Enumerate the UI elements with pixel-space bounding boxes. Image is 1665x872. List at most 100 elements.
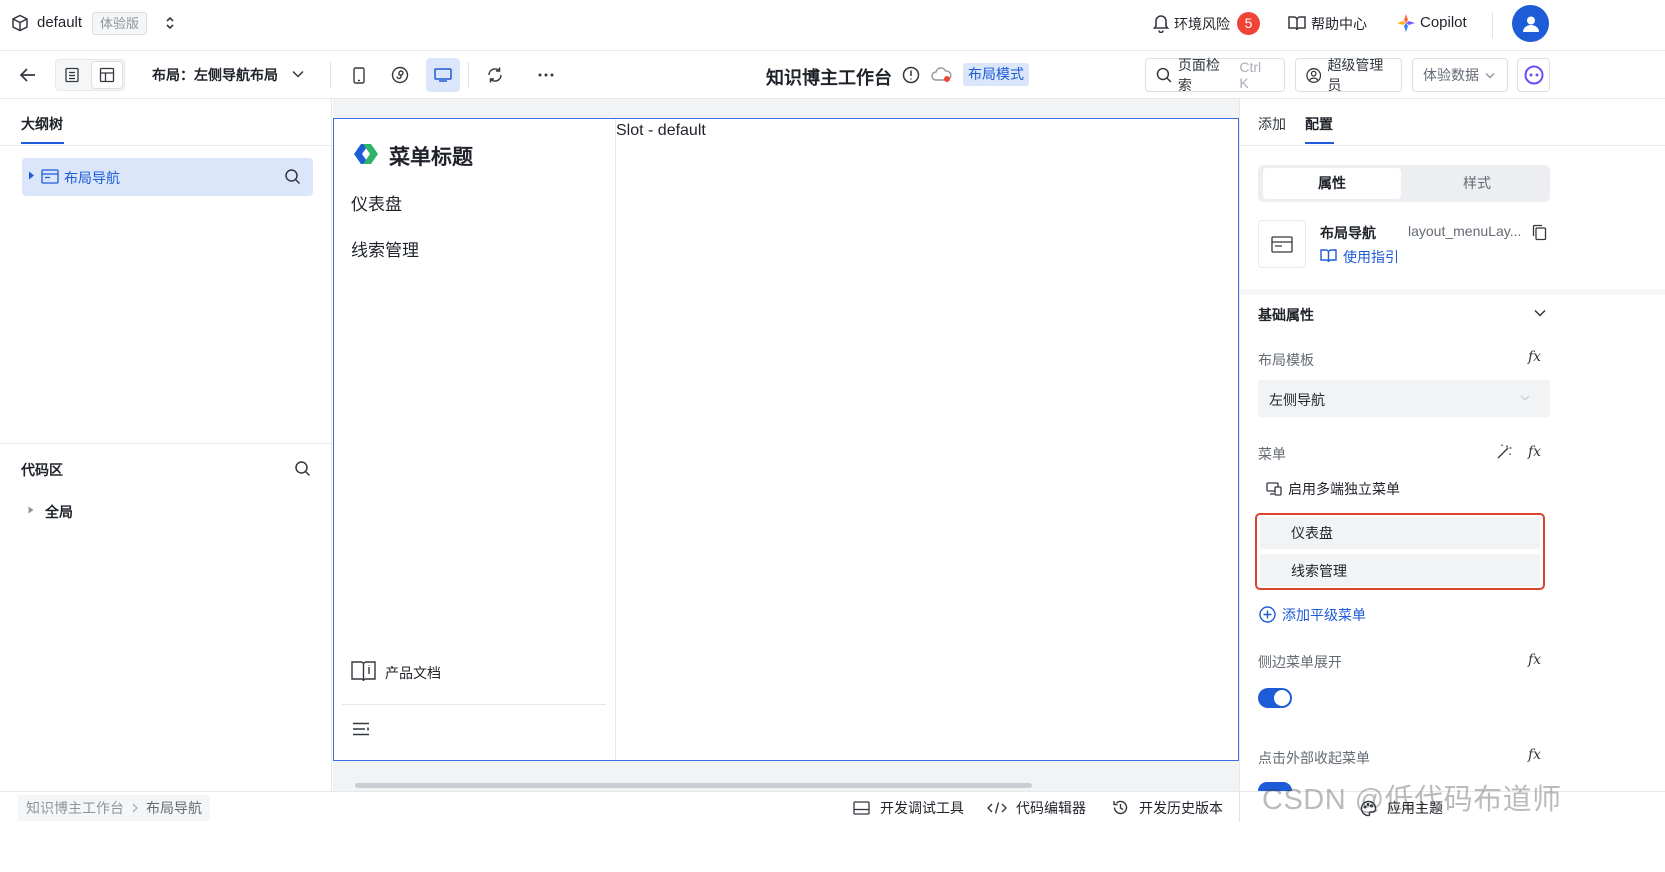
component-icon-box — [1258, 220, 1306, 268]
mobile-icon — [353, 66, 365, 84]
layout-view-button[interactable] — [91, 61, 123, 89]
search-icon — [1156, 67, 1172, 83]
search-icon[interactable] — [294, 460, 311, 477]
tree-item-layout-nav[interactable]: 布局导航 — [22, 158, 313, 196]
canvas-sidebar: 菜单标题 仪表盘 线索管理 产品文档 — [334, 119, 616, 760]
usage-guide-link[interactable]: 使用指引 — [1343, 247, 1399, 267]
canvas-menu-item[interactable]: 线索管理 — [351, 236, 419, 261]
user-avatar[interactable] — [1512, 5, 1549, 42]
add-sibling-menu-button[interactable]: 添加平级菜单 — [1282, 605, 1366, 625]
layout-selector[interactable]: 布局：左侧导航布局 — [152, 65, 278, 85]
layout-template-select[interactable]: 左侧导航 — [1258, 380, 1550, 417]
chevron-down-icon — [1485, 72, 1495, 78]
docs-book-icon — [351, 661, 376, 682]
segment-properties[interactable]: 属性 — [1263, 168, 1401, 199]
editor-toolbar: 布局：左侧导航布局 知识博主工作台 布局模式 页面检索 Ctrl K 超级管理员… — [0, 51, 1665, 99]
admin-button[interactable]: 超级管理员 — [1295, 57, 1402, 93]
layout-template-value: 左侧导航 — [1269, 392, 1325, 408]
desktop-preview-button[interactable] — [426, 58, 460, 92]
menu-list-item[interactable]: 线索管理 — [1260, 554, 1540, 586]
layout-component-icon — [41, 169, 59, 184]
miniapp-icon — [391, 66, 409, 84]
back-button[interactable] — [16, 63, 40, 87]
product-docs-link[interactable]: 产品文档 — [385, 663, 441, 683]
debug-tool-button[interactable]: 开发调试工具 — [880, 798, 964, 818]
menu-collapse-icon[interactable] — [352, 722, 370, 736]
risk-label[interactable]: 环境风险 — [1174, 14, 1230, 34]
project-switch-icon[interactable] — [163, 15, 177, 31]
project-name[interactable]: default — [37, 14, 82, 31]
segment-style[interactable]: 样式 — [1408, 168, 1546, 199]
fx-icon[interactable]: fx — [1528, 747, 1541, 763]
outline-tab[interactable]: 大纲树 — [21, 114, 63, 134]
logo-icon — [354, 144, 378, 164]
page-title: 知识博主工作台 — [766, 68, 892, 88]
fx-icon[interactable]: fx — [1528, 444, 1541, 460]
menu-label: 菜单 — [1258, 446, 1286, 462]
canvas-menu-item[interactable]: 仪表盘 — [351, 190, 402, 215]
copilot-button[interactable]: Copilot — [1420, 14, 1467, 31]
info-icon[interactable] — [902, 66, 920, 84]
history-button[interactable]: 开发历史版本 — [1139, 798, 1223, 818]
code-item-global[interactable]: 全局 — [45, 502, 73, 522]
miniapp-preview-button[interactable] — [385, 59, 415, 91]
book-icon — [1288, 15, 1306, 31]
admin-label: 超级管理员 — [1327, 57, 1384, 93]
tab-add[interactable]: 添加 — [1258, 114, 1286, 134]
add-circle-icon[interactable] — [1259, 606, 1276, 623]
basic-props-title[interactable]: 基础属性 — [1258, 305, 1314, 325]
chevron-down-icon[interactable] — [292, 70, 304, 78]
debug-panel-icon — [853, 801, 870, 815]
mobile-preview-button[interactable] — [344, 59, 374, 91]
page-search-label: 页面检索 — [1177, 57, 1220, 93]
layout-component-icon — [1271, 235, 1293, 253]
breadcrumb-item[interactable]: 知识博主工作台 — [26, 798, 124, 818]
more-button[interactable] — [531, 59, 561, 91]
bell-icon[interactable] — [1152, 13, 1170, 33]
copilot-assistant-button[interactable] — [1517, 58, 1550, 92]
search-icon[interactable] — [284, 168, 301, 185]
page-view-button[interactable] — [57, 61, 87, 89]
page-search-button[interactable]: 页面检索 Ctrl K — [1145, 57, 1285, 93]
risk-count-badge: 5 — [1237, 12, 1260, 35]
magic-wand-icon[interactable] — [1496, 443, 1513, 460]
breadcrumb: 知识博主工作台 布局导航 — [18, 795, 210, 821]
caret-right-icon[interactable] — [28, 506, 34, 514]
help-center-link[interactable]: 帮助中心 — [1311, 14, 1367, 34]
menu-list-item[interactable]: 仪表盘 — [1260, 517, 1540, 549]
outline-divider — [0, 145, 331, 146]
page-frame[interactable]: 菜单标题 仪表盘 线索管理 产品文档 Slot - default — [333, 118, 1239, 761]
data-env-label: 体验数据 — [1423, 67, 1479, 83]
refresh-button[interactable] — [480, 59, 510, 91]
multi-menu-toggle-label[interactable]: 启用多端独立菜单 — [1288, 479, 1400, 499]
tree-item-label: 布局导航 — [64, 170, 120, 186]
layout-mode-badge: 布局模式 — [963, 63, 1029, 86]
outline-tab-underline — [21, 142, 64, 144]
design-canvas: 菜单标题 仪表盘 线索管理 产品文档 Slot - default — [333, 99, 1239, 791]
segment-properties-label: 属性 — [1318, 175, 1346, 191]
fx-icon[interactable]: fx — [1528, 349, 1541, 365]
breadcrumb-item[interactable]: 布局导航 — [146, 798, 202, 818]
sidebar-expand-label: 侧边菜单展开 — [1258, 654, 1342, 670]
sidebar-expand-switch[interactable] — [1258, 688, 1292, 708]
layout-icon — [99, 67, 115, 83]
data-env-selector[interactable]: 体验数据 — [1412, 58, 1508, 92]
slot-placeholder[interactable]: Slot - default — [616, 122, 706, 140]
caret-right-icon[interactable] — [28, 171, 35, 180]
copy-icon[interactable] — [1532, 224, 1547, 241]
chevron-down-icon[interactable] — [1534, 309, 1546, 317]
canvas-scrollbar[interactable] — [355, 783, 1032, 788]
menu-title: 菜单标题 — [389, 146, 473, 169]
document-icon — [65, 67, 79, 83]
user-circle-icon — [1306, 67, 1322, 83]
arrow-left-icon — [19, 68, 35, 82]
sidebar-footer-divider — [342, 704, 606, 705]
edition-badge: 体验版 — [92, 12, 148, 35]
segment-style-label: 样式 — [1463, 175, 1491, 191]
code-editor-button[interactable]: 代码编辑器 — [1016, 798, 1086, 818]
tab-config[interactable]: 配置 — [1305, 114, 1333, 134]
refresh-icon — [488, 67, 502, 83]
right-panel: 添加 配置 属性 样式 布局导航 layout_menuLay... 使用指引 … — [1239, 99, 1665, 791]
chevron-right-icon — [132, 803, 138, 813]
fx-icon[interactable]: fx — [1528, 652, 1541, 668]
